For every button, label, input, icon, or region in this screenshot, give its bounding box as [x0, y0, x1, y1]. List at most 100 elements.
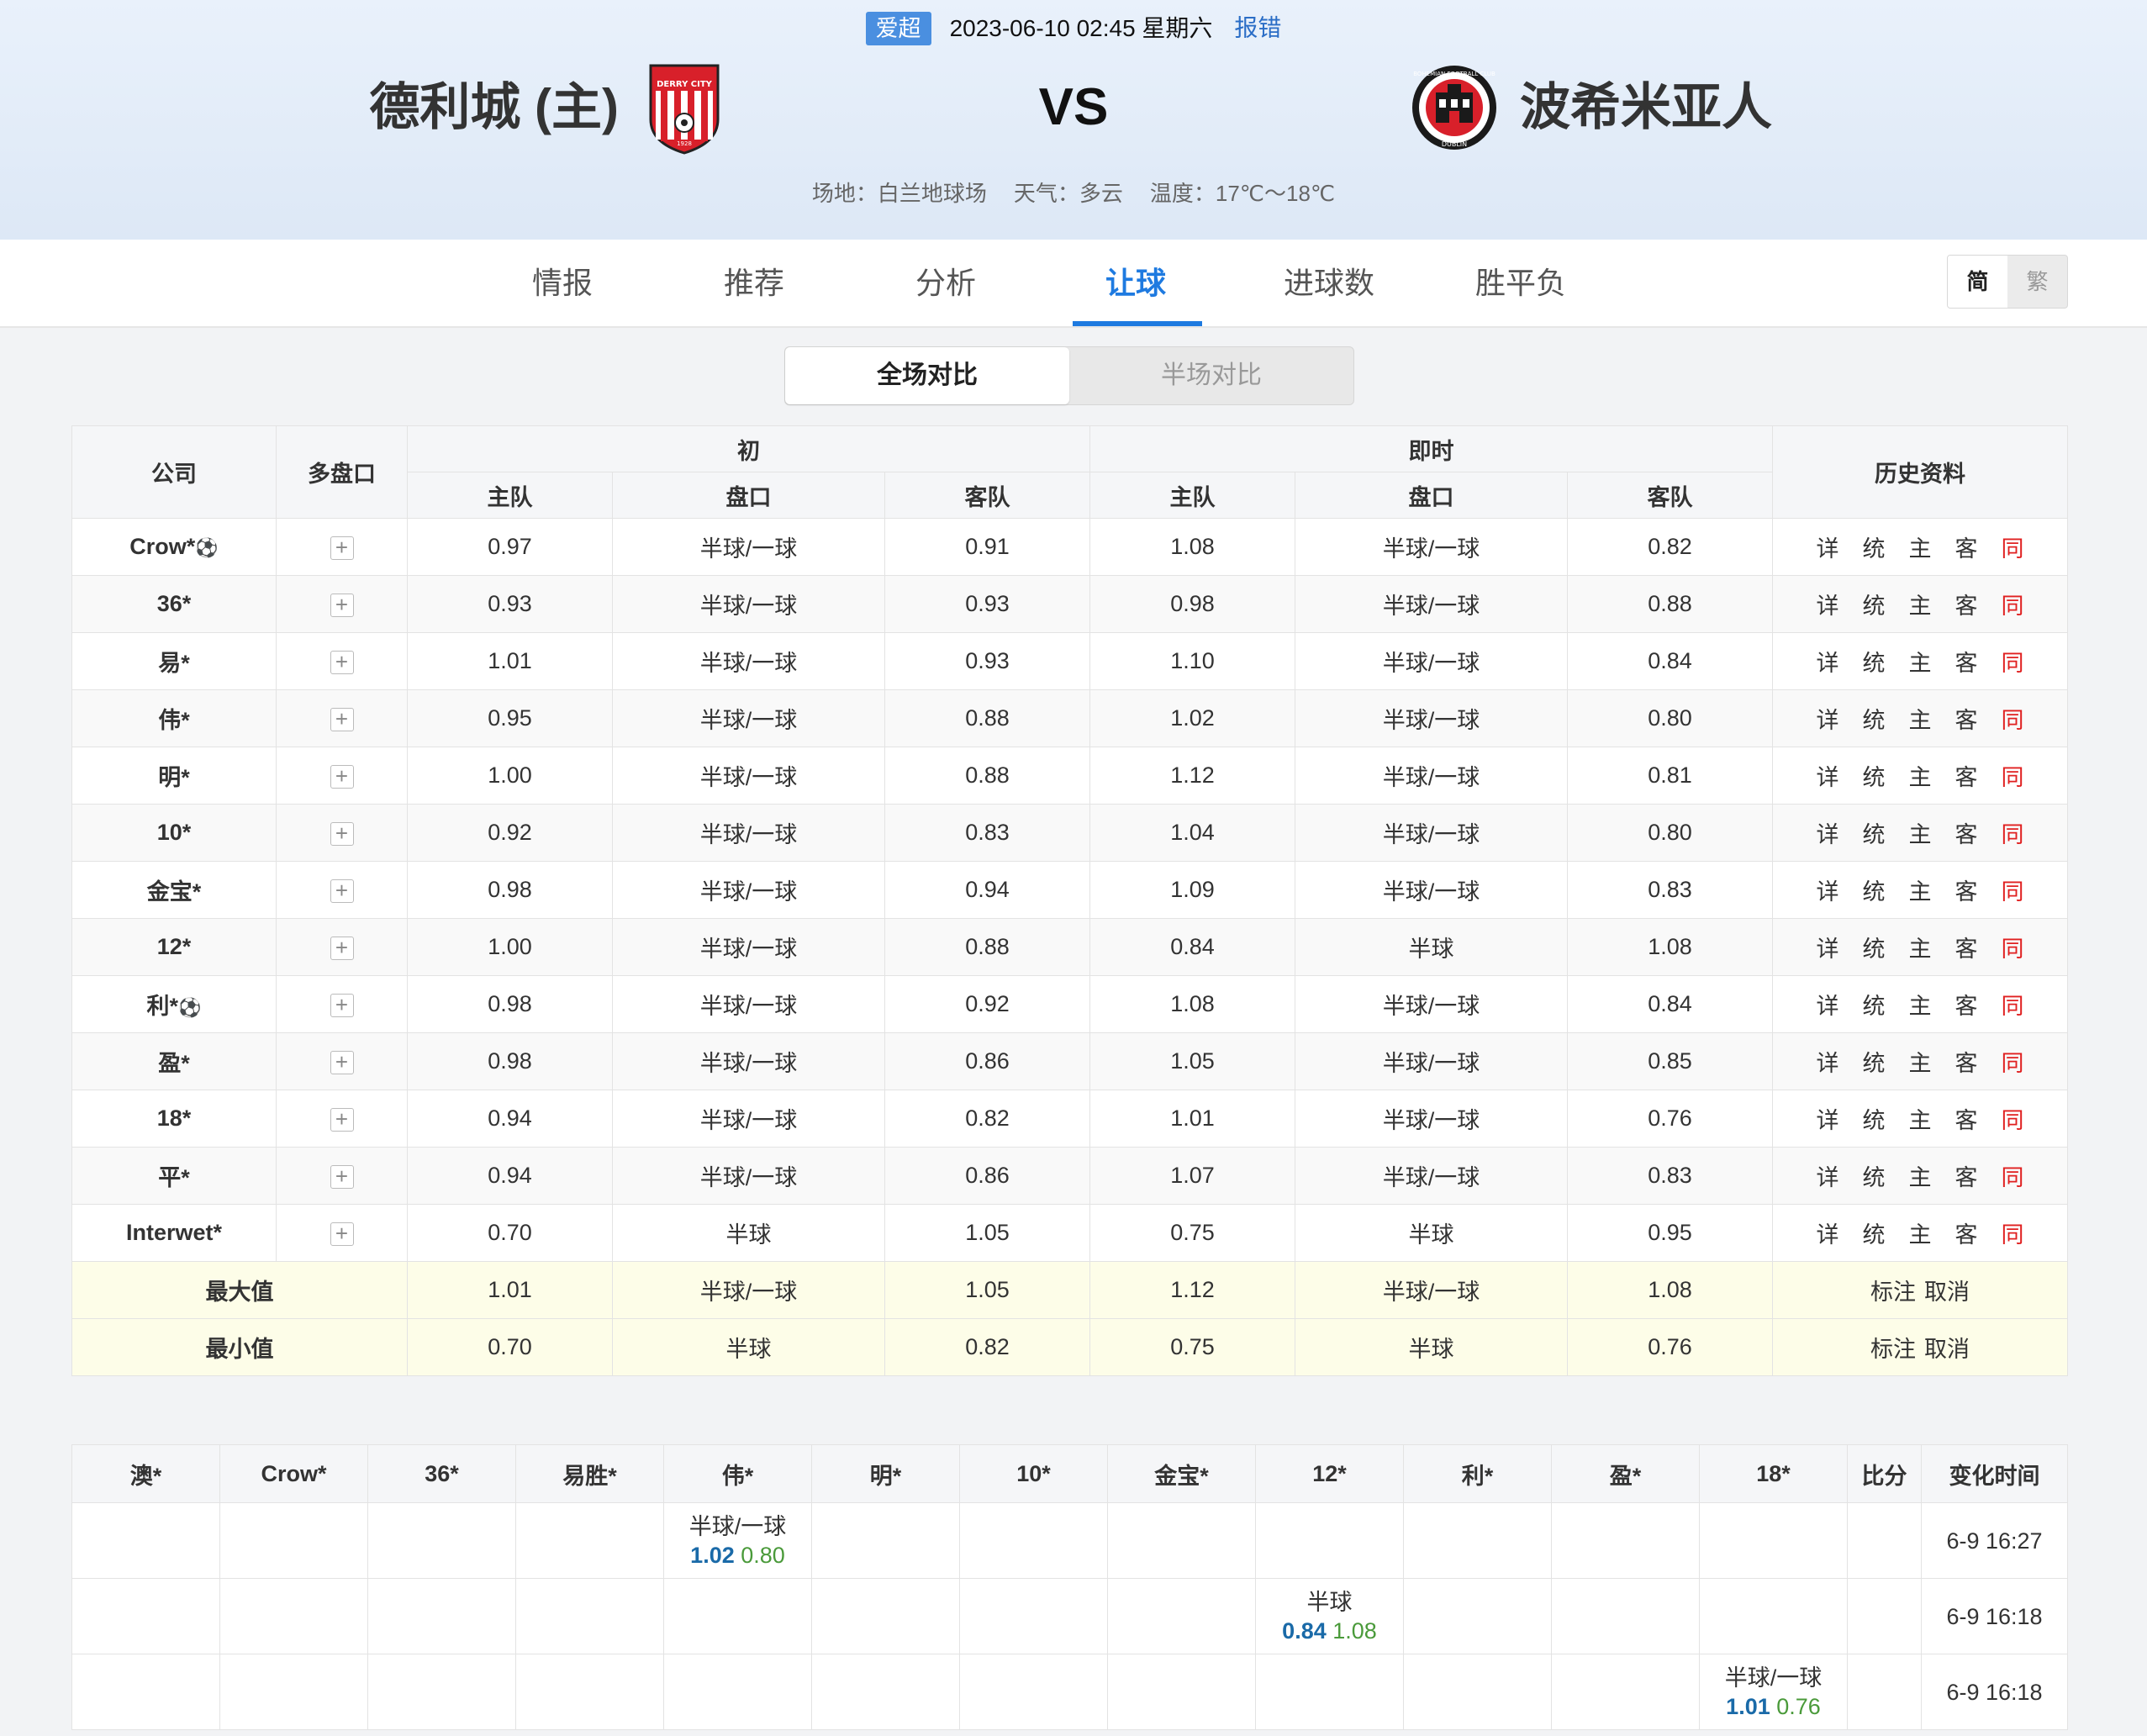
stats-link[interactable]: 统 [1863, 1102, 1886, 1135]
tab-win-draw-lose[interactable]: 胜平负 [1458, 240, 1584, 326]
home-history-link[interactable]: 主 [1909, 873, 1932, 906]
same-odds-link[interactable]: 同 [2002, 530, 2024, 563]
expand-plus-icon[interactable]: + [330, 1164, 354, 1189]
home-history-link[interactable]: 主 [1909, 1216, 1932, 1249]
stats-link[interactable]: 统 [1863, 530, 1886, 563]
stats-link[interactable]: 统 [1863, 759, 1886, 792]
mark-link[interactable]: 标注 [1870, 1280, 1916, 1305]
away-history-link[interactable]: 客 [1955, 931, 1978, 963]
tab-goals[interactable]: 进球数 [1266, 240, 1392, 326]
home-history-link[interactable]: 主 [1909, 1159, 1932, 1192]
same-odds-link[interactable]: 同 [2002, 1045, 2024, 1078]
away-history-link[interactable]: 客 [1955, 1045, 1978, 1078]
cancel-link[interactable]: 取消 [1924, 1280, 1970, 1305]
same-odds-link[interactable]: 同 [2002, 588, 2024, 620]
same-odds-link[interactable]: 同 [2002, 873, 2024, 906]
detail-link[interactable]: 详 [1817, 873, 1839, 906]
tab-intel[interactable]: 情报 [499, 240, 625, 326]
expand-plus-icon[interactable]: + [330, 650, 354, 674]
half-match-compare-button[interactable]: 半场对比 [1069, 347, 1353, 404]
away-team-logo[interactable]: BOHEMIAN FOOTBALL CLUB DUBLIN [1411, 61, 1496, 155]
company-cell[interactable]: 平* [71, 1147, 277, 1205]
same-odds-link[interactable]: 同 [2002, 931, 2024, 963]
same-odds-link[interactable]: 同 [2002, 988, 2024, 1021]
expand-plus-icon[interactable]: + [330, 821, 354, 846]
traditional-button[interactable]: 繁 [2007, 256, 2067, 308]
same-odds-link[interactable]: 同 [2002, 645, 2024, 678]
company-cell[interactable]: 伟* [71, 689, 277, 747]
same-odds-link[interactable]: 同 [2002, 759, 2024, 792]
same-odds-link[interactable]: 同 [2002, 1159, 2024, 1192]
home-history-link[interactable]: 主 [1909, 530, 1932, 563]
expand-plus-icon[interactable]: + [330, 593, 354, 617]
stats-link[interactable]: 统 [1863, 931, 1886, 963]
tab-handicap[interactable]: 让球 [1073, 240, 1202, 326]
company-cell[interactable]: 易* [71, 632, 277, 690]
away-history-link[interactable]: 客 [1955, 530, 1978, 563]
away-team-name[interactable]: 波希米亚人 [1520, 74, 1772, 141]
home-history-link[interactable]: 主 [1909, 988, 1932, 1021]
stats-link[interactable]: 统 [1863, 988, 1886, 1021]
detail-link[interactable]: 详 [1817, 645, 1839, 678]
home-history-link[interactable]: 主 [1909, 759, 1932, 792]
league-badge[interactable]: 爱超 [865, 11, 931, 45]
stats-link[interactable]: 统 [1863, 702, 1886, 735]
expand-plus-icon[interactable]: + [330, 1107, 354, 1132]
away-history-link[interactable]: 客 [1955, 1216, 1978, 1249]
away-history-link[interactable]: 客 [1955, 816, 1978, 849]
away-history-link[interactable]: 客 [1955, 588, 1978, 620]
company-cell[interactable]: 盈* [71, 1032, 277, 1090]
home-history-link[interactable]: 主 [1909, 645, 1932, 678]
detail-link[interactable]: 详 [1817, 988, 1839, 1021]
company-cell[interactable]: 10* [71, 804, 277, 862]
stats-link[interactable]: 统 [1863, 588, 1886, 620]
expand-plus-icon[interactable]: + [330, 1222, 354, 1246]
away-history-link[interactable]: 客 [1955, 988, 1978, 1021]
away-history-link[interactable]: 客 [1955, 645, 1978, 678]
home-history-link[interactable]: 主 [1909, 588, 1932, 620]
tab-analysis[interactable]: 分析 [883, 240, 1009, 326]
expand-plus-icon[interactable]: + [330, 993, 354, 1017]
away-history-link[interactable]: 客 [1955, 873, 1978, 906]
company-cell[interactable]: 36* [71, 575, 277, 633]
away-history-link[interactable]: 客 [1955, 759, 1978, 792]
company-cell[interactable]: Crow*⚽ [71, 518, 277, 576]
report-error-link[interactable]: 报错 [1234, 15, 1281, 41]
expand-plus-icon[interactable]: + [330, 1050, 354, 1074]
detail-link[interactable]: 详 [1817, 1102, 1839, 1135]
stats-link[interactable]: 统 [1863, 1159, 1886, 1192]
stats-link[interactable]: 统 [1863, 1045, 1886, 1078]
cancel-link[interactable]: 取消 [1924, 1337, 1970, 1362]
same-odds-link[interactable]: 同 [2002, 1102, 2024, 1135]
away-history-link[interactable]: 客 [1955, 702, 1978, 735]
stats-link[interactable]: 统 [1863, 645, 1886, 678]
detail-link[interactable]: 详 [1817, 931, 1839, 963]
company-cell[interactable]: 金宝* [71, 861, 277, 919]
home-history-link[interactable]: 主 [1909, 816, 1932, 849]
detail-link[interactable]: 详 [1817, 759, 1839, 792]
detail-link[interactable]: 详 [1817, 1159, 1839, 1192]
expand-plus-icon[interactable]: + [330, 707, 354, 731]
detail-link[interactable]: 详 [1817, 816, 1839, 849]
expand-plus-icon[interactable]: + [330, 536, 354, 560]
expand-plus-icon[interactable]: + [330, 764, 354, 789]
detail-link[interactable]: 详 [1817, 530, 1839, 563]
home-history-link[interactable]: 主 [1909, 1102, 1932, 1135]
away-history-link[interactable]: 客 [1955, 1159, 1978, 1192]
company-cell[interactable]: 12* [71, 918, 277, 976]
company-cell[interactable]: 利*⚽ [71, 975, 277, 1033]
company-cell[interactable]: 明* [71, 747, 277, 805]
same-odds-link[interactable]: 同 [2002, 816, 2024, 849]
full-match-compare-button[interactable]: 全场对比 [785, 347, 1069, 404]
stats-link[interactable]: 统 [1863, 1216, 1886, 1249]
tab-recommend[interactable]: 推荐 [691, 240, 817, 326]
detail-link[interactable]: 详 [1817, 702, 1839, 735]
same-odds-link[interactable]: 同 [2002, 702, 2024, 735]
mark-link[interactable]: 标注 [1870, 1337, 1916, 1362]
detail-link[interactable]: 详 [1817, 1216, 1839, 1249]
company-cell[interactable]: 18* [71, 1090, 277, 1148]
stats-link[interactable]: 统 [1863, 873, 1886, 906]
home-history-link[interactable]: 主 [1909, 1045, 1932, 1078]
detail-link[interactable]: 详 [1817, 588, 1839, 620]
stats-link[interactable]: 统 [1863, 816, 1886, 849]
